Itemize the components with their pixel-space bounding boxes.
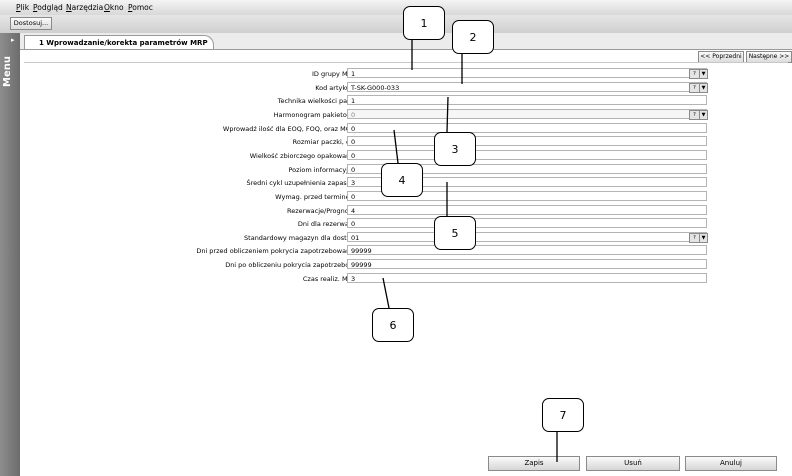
callout-7: 7	[542, 398, 584, 432]
leader-line-4	[393, 129, 399, 164]
callout-leaders	[382, 40, 558, 462]
callout-6: 6	[372, 308, 414, 342]
callout-1: 1	[403, 6, 445, 40]
callout-3: 3	[434, 132, 476, 166]
leader-line-6	[382, 277, 390, 309]
leader-line-3	[446, 96, 449, 133]
callout-2: 2	[452, 20, 494, 54]
callout-5: 5	[434, 216, 476, 250]
callout-4: 4	[381, 163, 423, 197]
